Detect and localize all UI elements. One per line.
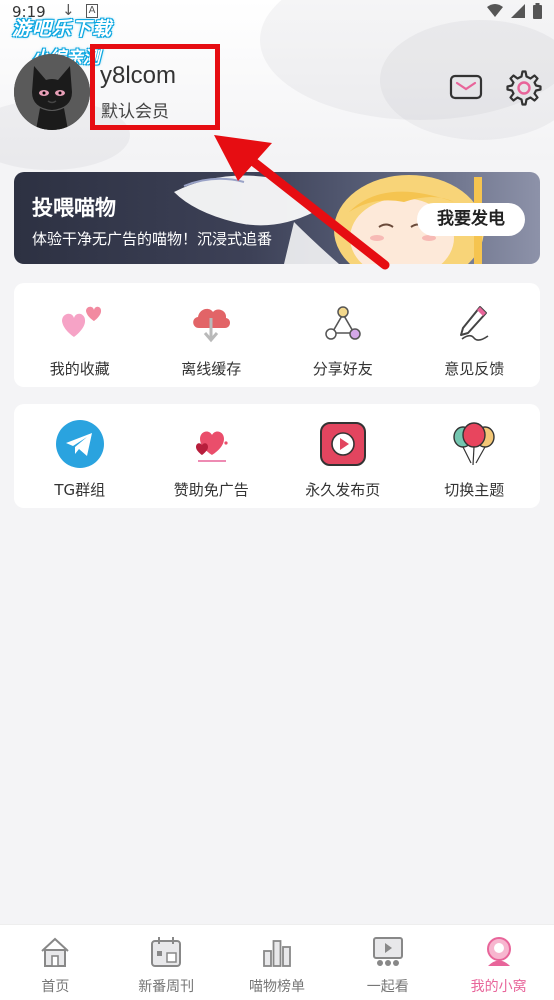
avatar[interactable] <box>14 54 90 130</box>
home-icon <box>41 937 70 967</box>
sponsor-button[interactable]: 我要发电 <box>417 203 525 236</box>
watermark-line1: 游吧乐下载 <box>12 18 113 40</box>
tg-group-button[interactable]: TG群组 <box>14 404 146 508</box>
annotation-highlight-box <box>90 44 220 130</box>
share-friends-button[interactable]: 分享好友 <box>277 283 409 387</box>
switch-theme-button[interactable]: 切换主题 <box>409 404 541 508</box>
bar-chart-icon <box>263 940 291 967</box>
settings-button[interactable] <box>506 70 542 106</box>
switch-theme-label: 切换主题 <box>444 481 505 499</box>
permanent-page-button[interactable]: 永久发布页 <box>277 404 409 508</box>
tab-weekly-label: 新番周刊 <box>138 979 195 995</box>
tab-home-label: 首页 <box>41 979 70 995</box>
calendar-icon <box>151 937 182 967</box>
watch-together-icon <box>372 937 403 966</box>
banner-title: 投喂喵物 <box>32 196 116 220</box>
balloons-icon <box>453 422 495 466</box>
gear-icon <box>506 70 542 106</box>
ad-free-sponsor-button[interactable]: 赞助免广告 <box>146 404 278 508</box>
offline-cache-label: 离线缓存 <box>181 360 242 378</box>
pen-feedback-icon <box>460 306 489 341</box>
hearts-icon <box>61 306 101 337</box>
play-button-icon <box>319 422 366 466</box>
feedback-label: 意见反馈 <box>444 360 505 378</box>
favorites-button[interactable]: 我的收藏 <box>14 283 146 387</box>
tab-ranking-label: 喵物榜单 <box>248 979 305 995</box>
permanent-page-label: 永久发布页 <box>305 481 381 499</box>
wifi-icon <box>487 4 503 17</box>
tab-watch-together-label: 一起看 <box>366 979 409 995</box>
profile-icon <box>486 937 511 966</box>
share-nodes-icon <box>325 306 361 340</box>
annotation-arrow <box>214 135 390 270</box>
offline-cache-button[interactable]: 离线缓存 <box>146 283 278 387</box>
share-friends-label: 分享好友 <box>312 360 373 378</box>
cat-avatar-icon <box>14 54 90 130</box>
signal-icon <box>511 4 525 18</box>
bottom-tab-bar: 首页 新番周刊 喵物榜单 一起看 我的小窝 <box>0 924 554 1000</box>
mail-button[interactable] <box>449 72 483 102</box>
feature-grid: 我的收藏 离线缓存 分享好友 意见反馈 <box>14 283 540 387</box>
tab-weekly[interactable]: 新番周刊 <box>111 925 222 1000</box>
ad-free-sponsor-label: 赞助免广告 <box>173 481 249 499</box>
extras-grid: TG群组 赞助免广告 永久发布页 切换主题 <box>14 404 540 508</box>
heart-sponsor-icon <box>196 431 228 462</box>
feedback-button[interactable]: 意见反馈 <box>409 283 541 387</box>
tab-watch-together[interactable]: 一起看 <box>332 925 443 1000</box>
tab-ranking[interactable]: 喵物榜单 <box>222 925 333 1000</box>
tab-my-nest-label: 我的小窝 <box>470 979 527 995</box>
cloud-download-icon <box>193 308 231 343</box>
tab-home[interactable]: 首页 <box>0 925 111 1000</box>
battery-icon <box>533 3 542 19</box>
mail-icon <box>449 74 483 100</box>
telegram-icon <box>55 420 104 468</box>
tab-my-nest[interactable]: 我的小窝 <box>443 925 554 1000</box>
favorites-label: 我的收藏 <box>49 360 110 378</box>
tg-group-label: TG群组 <box>54 481 106 499</box>
